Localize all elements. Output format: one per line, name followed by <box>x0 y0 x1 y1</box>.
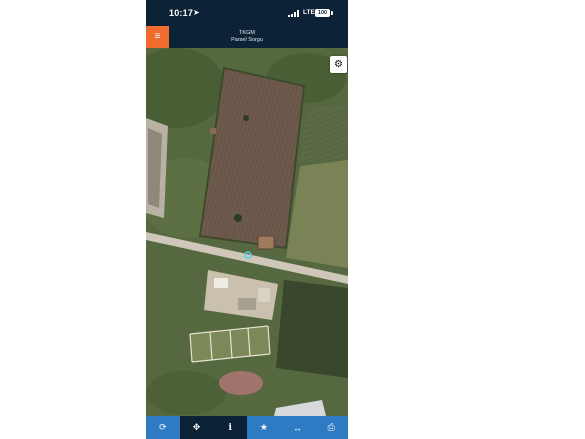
tab-locate[interactable]: ✥ <box>179 416 214 439</box>
tab-print[interactable]: ⎙ <box>314 416 348 439</box>
locate-icon: ✥ <box>192 422 201 432</box>
signal-icon <box>288 10 300 17</box>
status-bar: 10:17 ➤ LTE 100 <box>146 0 348 26</box>
title-line-2: Parsel Sorgu <box>231 37 263 43</box>
tab-refresh[interactable]: ⟳ <box>146 416 180 439</box>
map-settings-button[interactable]: ⚙ <box>330 56 347 73</box>
tab-favorites[interactable]: ★ <box>247 416 281 439</box>
battery-icon: 100 <box>315 9 330 17</box>
app-header: ≡ TKGM Parsel Sorgu <box>146 26 348 48</box>
print-icon: ⎙ <box>327 422 335 432</box>
satellite-map[interactable]: ⚙ <box>146 48 348 416</box>
measure-icon: ↔ <box>293 422 303 433</box>
title-line-1: TKGM <box>239 30 255 36</box>
page-title: TKGM Parsel Sorgu <box>146 30 348 44</box>
location-arrow-icon: ➤ <box>193 8 200 17</box>
status-time: 10:17 <box>169 8 194 18</box>
gear-icon: ⚙ <box>334 59 343 70</box>
refresh-icon: ⟳ <box>159 422 167 432</box>
tab-measure[interactable]: ↔ <box>280 416 315 439</box>
star-icon: ★ <box>259 422 268 432</box>
bottom-toolbar: ⟳ ✥ i ★ ↔ ⎙ <box>146 416 348 439</box>
tab-info[interactable]: i <box>213 416 248 439</box>
map-imagery <box>146 48 348 416</box>
battery-tip <box>331 11 333 15</box>
network-type: LTE <box>303 9 315 16</box>
phone-screen: 10:17 ➤ LTE 100 ≡ TKGM Parsel Sorgu ⚙ ⟳ … <box>146 0 348 439</box>
info-icon: i <box>228 422 232 433</box>
